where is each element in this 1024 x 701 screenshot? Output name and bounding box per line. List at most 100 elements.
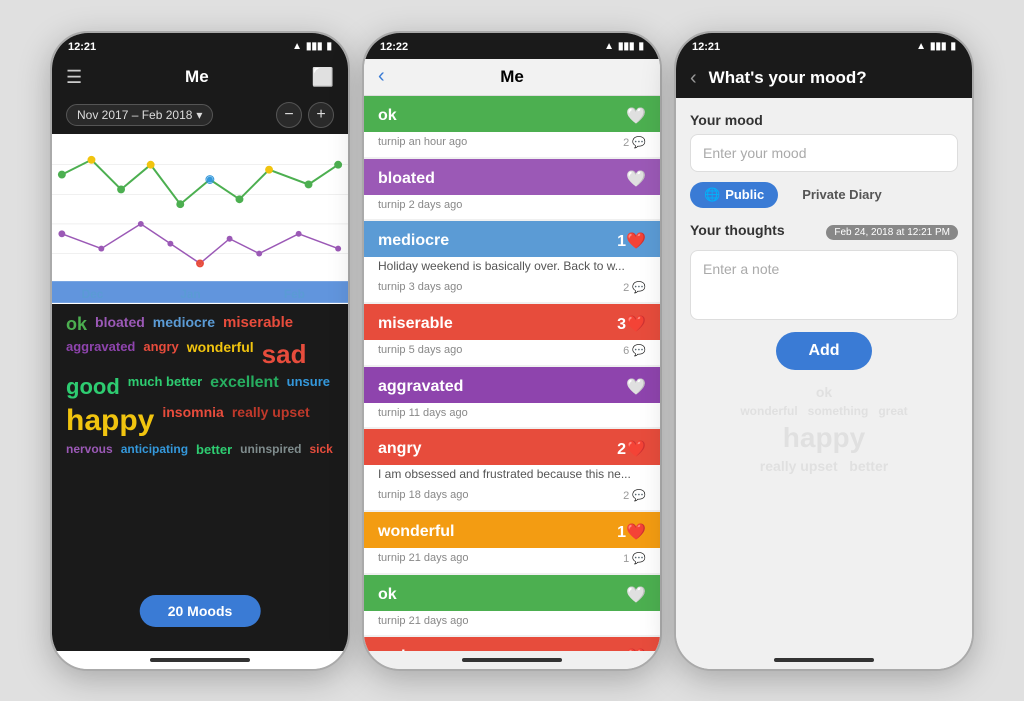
- zoom-out-btn[interactable]: −: [276, 102, 302, 128]
- mood-item-angry: angry 2❤️ I am obsessed and frustrated b…: [364, 429, 660, 510]
- word-uninspired[interactable]: uninspired: [240, 442, 301, 457]
- mood-meta-text: turnip 21 days ago: [378, 552, 469, 565]
- signal-icon: ▮▮▮: [618, 41, 635, 52]
- word-bloated[interactable]: bloated: [95, 314, 145, 335]
- heart-icon[interactable]: 🤍: [626, 169, 646, 189]
- public-btn[interactable]: 🌐 Public: [690, 182, 778, 208]
- chart-area: Dec Jan Feb: [52, 134, 348, 304]
- mood-item-mediocre-note: Holiday weekend is basically over. Back …: [364, 257, 660, 277]
- word-miserable[interactable]: miserable: [223, 314, 293, 335]
- moods-count-btn[interactable]: 20 Moods: [140, 595, 261, 627]
- signal-icon: ▮▮▮: [306, 41, 323, 52]
- mood-item-ok1-header[interactable]: ok 🤍: [364, 96, 660, 132]
- blurred-extra: really upset better: [690, 458, 958, 474]
- mood-label: miserable: [378, 315, 453, 333]
- mood-meta-text: turnip 2 days ago: [378, 199, 462, 211]
- home-bar: [774, 658, 874, 662]
- date-range-text: Nov 2017 – Feb 2018: [77, 108, 192, 122]
- mood-item-angry-header[interactable]: angry 2❤️: [364, 429, 660, 465]
- word-sad[interactable]: sad: [262, 339, 307, 370]
- add-btn[interactable]: Add: [776, 332, 871, 370]
- mood-item-miserable-header[interactable]: miserable 3❤️: [364, 304, 660, 340]
- note-input[interactable]: Enter a note: [690, 250, 958, 320]
- heart-icon[interactable]: 1❤️: [617, 522, 646, 542]
- mood-label: bloated: [378, 170, 435, 188]
- mood-item-miserable: miserable 3❤️ turnip 5 days ago 6 💬: [364, 304, 660, 365]
- phone3-status-icons: ▲ ▮▮▮ ▮: [916, 41, 956, 52]
- your-thoughts-label: Your thoughts: [690, 222, 785, 238]
- word-wonderful[interactable]: wonderful: [187, 339, 254, 370]
- phone3-header: ‹ What's your mood?: [676, 59, 972, 98]
- mood-item-mediocre-header[interactable]: mediocre 1❤️: [364, 221, 660, 257]
- comment-count: 1 💬: [623, 552, 646, 565]
- word-anticipating[interactable]: anticipating: [121, 442, 188, 457]
- phone2-back-btn[interactable]: ‹: [378, 65, 385, 88]
- comment-count: 2 💬: [623, 281, 646, 294]
- share-icon[interactable]: ⬜: [312, 67, 334, 88]
- mood-item-ok2-header[interactable]: ok 🤍: [364, 575, 660, 611]
- mood-item-angry-note: I am obsessed and frustrated because thi…: [364, 465, 660, 485]
- mood-item-aggravated-header[interactable]: aggravated 🤍: [364, 367, 660, 403]
- globe-icon: 🌐: [704, 187, 720, 203]
- heart-icon[interactable]: 3❤️: [617, 314, 646, 334]
- battery-icon: ▮: [326, 41, 332, 52]
- phone1-status-bar: 12:21 ▲ ▮▮▮ ▮: [52, 33, 348, 59]
- zoom-in-btn[interactable]: +: [308, 102, 334, 128]
- heart-icon[interactable]: 🤍: [626, 377, 646, 397]
- word-insomnia[interactable]: insomnia: [162, 404, 223, 438]
- word-mediocre[interactable]: mediocre: [153, 314, 215, 335]
- mood-item-miserable-meta: turnip 5 days ago 6 💬: [364, 340, 660, 365]
- phone1: 12:21 ▲ ▮▮▮ ▮ ☰ Me ⬜ Nov 2017 – Feb 2018…: [50, 31, 350, 671]
- word-sick[interactable]: sick: [310, 442, 333, 457]
- phone1-header: ☰ Me ⬜: [52, 59, 348, 96]
- word-angry[interactable]: angry: [143, 339, 178, 370]
- blurred-words-area: ok wonderful something great happy reall…: [690, 384, 958, 474]
- heart-icon[interactable]: 🤍: [626, 106, 646, 126]
- mood-chart: Dec Jan Feb: [52, 134, 348, 304]
- phone2: 12:22 ▲ ▮▮▮ ▮ ‹ Me ok 🤍 turnip an hour a…: [362, 31, 662, 671]
- home-bar: [150, 658, 250, 662]
- private-btn[interactable]: Private Diary: [788, 182, 896, 207]
- mood-item-sad-header[interactable]: sad 2❤️: [364, 637, 660, 651]
- heart-icon[interactable]: 2❤️: [617, 439, 646, 459]
- heart-icon[interactable]: 🤍: [626, 585, 646, 605]
- mood-meta-text: turnip 18 days ago: [378, 489, 469, 502]
- phone3-title: What's your mood?: [709, 68, 867, 88]
- word-good[interactable]: good: [66, 374, 120, 400]
- phone2-time: 12:22: [380, 41, 408, 53]
- date-range-pill[interactable]: Nov 2017 – Feb 2018 ▾: [66, 104, 213, 126]
- date-badge: Feb 24, 2018 at 12:21 PM: [826, 225, 958, 240]
- word-really-upset[interactable]: really upset: [232, 404, 310, 438]
- mood-item-ok2-meta: turnip 21 days ago: [364, 611, 660, 635]
- word-better[interactable]: better: [196, 442, 232, 457]
- mood-item-bloated: bloated 🤍 turnip 2 days ago: [364, 159, 660, 219]
- word-unsure[interactable]: unsure: [287, 374, 330, 400]
- phone1-home-indicator: [52, 651, 348, 669]
- phone3-back-btn[interactable]: ‹: [690, 67, 697, 90]
- blurred-happy: happy: [690, 422, 958, 454]
- mood-label: mediocre: [378, 232, 449, 250]
- mood-input[interactable]: Enter your mood: [690, 134, 958, 172]
- mood-item-bloated-header[interactable]: bloated 🤍: [364, 159, 660, 195]
- private-btn-label: Private Diary: [802, 187, 882, 202]
- mood-item-wonderful-header[interactable]: wonderful 1❤️: [364, 512, 660, 548]
- comment-count: 6 💬: [623, 344, 646, 357]
- wifi-icon: ▲: [292, 41, 302, 52]
- mood-label: aggravated: [378, 378, 463, 396]
- word-excellent[interactable]: excellent: [210, 374, 278, 400]
- mood-meta-text: turnip 3 days ago: [378, 281, 462, 294]
- mood-label: ok: [378, 107, 397, 125]
- phone2-header: ‹ Me: [364, 59, 660, 96]
- phone3-time: 12:21: [692, 41, 720, 53]
- heart-icon[interactable]: 1❤️: [617, 231, 646, 251]
- word-much-better[interactable]: much better: [128, 374, 202, 400]
- word-happy[interactable]: happy: [66, 404, 154, 438]
- word-ok[interactable]: ok: [66, 314, 87, 335]
- word-nervous[interactable]: nervous: [66, 442, 113, 457]
- mood-item-sad: sad 2❤️ I am sad turnip 25 days ago 1 💬: [364, 637, 660, 651]
- blurred-wonderful: wonderful something great: [690, 404, 958, 418]
- blurred-ok: ok: [690, 384, 958, 400]
- word-aggravated[interactable]: aggravated: [66, 339, 135, 370]
- wifi-icon: ▲: [916, 41, 926, 52]
- menu-icon[interactable]: ☰: [66, 67, 82, 88]
